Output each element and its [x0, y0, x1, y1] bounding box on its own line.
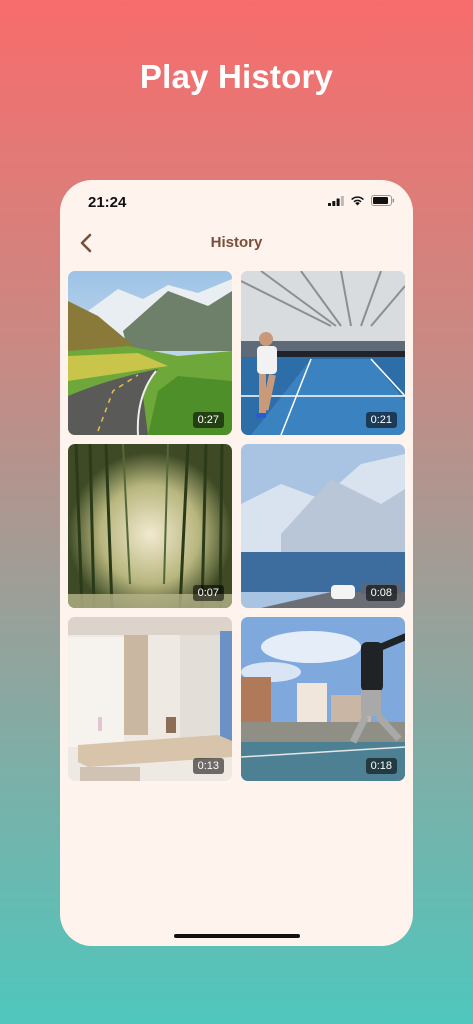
video-thumbnail[interactable]: 0:18: [241, 617, 405, 781]
home-indicator: [174, 934, 300, 938]
status-bar: 21:24: [60, 180, 413, 224]
video-duration: 0:13: [192, 758, 224, 774]
nav-bar: History: [60, 228, 413, 260]
thumbnail-image: [68, 271, 232, 435]
video-thumbnail[interactable]: 0:13: [68, 617, 232, 781]
video-thumbnail[interactable]: 0:08: [241, 444, 405, 608]
signal-icon: [328, 196, 344, 206]
battery-icon: [371, 195, 395, 206]
thumbnail-image: [241, 617, 405, 781]
wifi-icon: [351, 196, 364, 206]
page-title: History: [210, 234, 263, 251]
thumbnail-image: [241, 271, 405, 435]
video-duration: 0:08: [365, 585, 397, 601]
status-time: 21:24: [88, 194, 127, 211]
video-duration: 0:18: [365, 758, 397, 774]
video-duration: 0:21: [365, 412, 397, 428]
video-duration: 0:07: [192, 585, 224, 601]
video-thumbnail[interactable]: 0:21: [241, 271, 405, 435]
history-grid: 0:27 0:21 0:07 0:08 0:13 0:18: [68, 271, 405, 781]
video-thumbnail[interactable]: 0:07: [68, 444, 232, 608]
phone-screen: 21:24 History 0:27 0:21 0:07 0:08 0:13 0…: [60, 180, 413, 946]
video-duration: 0:27: [192, 412, 224, 428]
video-thumbnail[interactable]: 0:27: [68, 271, 232, 435]
thumbnail-image: [68, 444, 232, 608]
thumbnail-image: [241, 444, 405, 608]
thumbnail-image: [68, 617, 232, 781]
promo-title: Play History: [139, 58, 334, 95]
status-icons: [328, 195, 395, 206]
